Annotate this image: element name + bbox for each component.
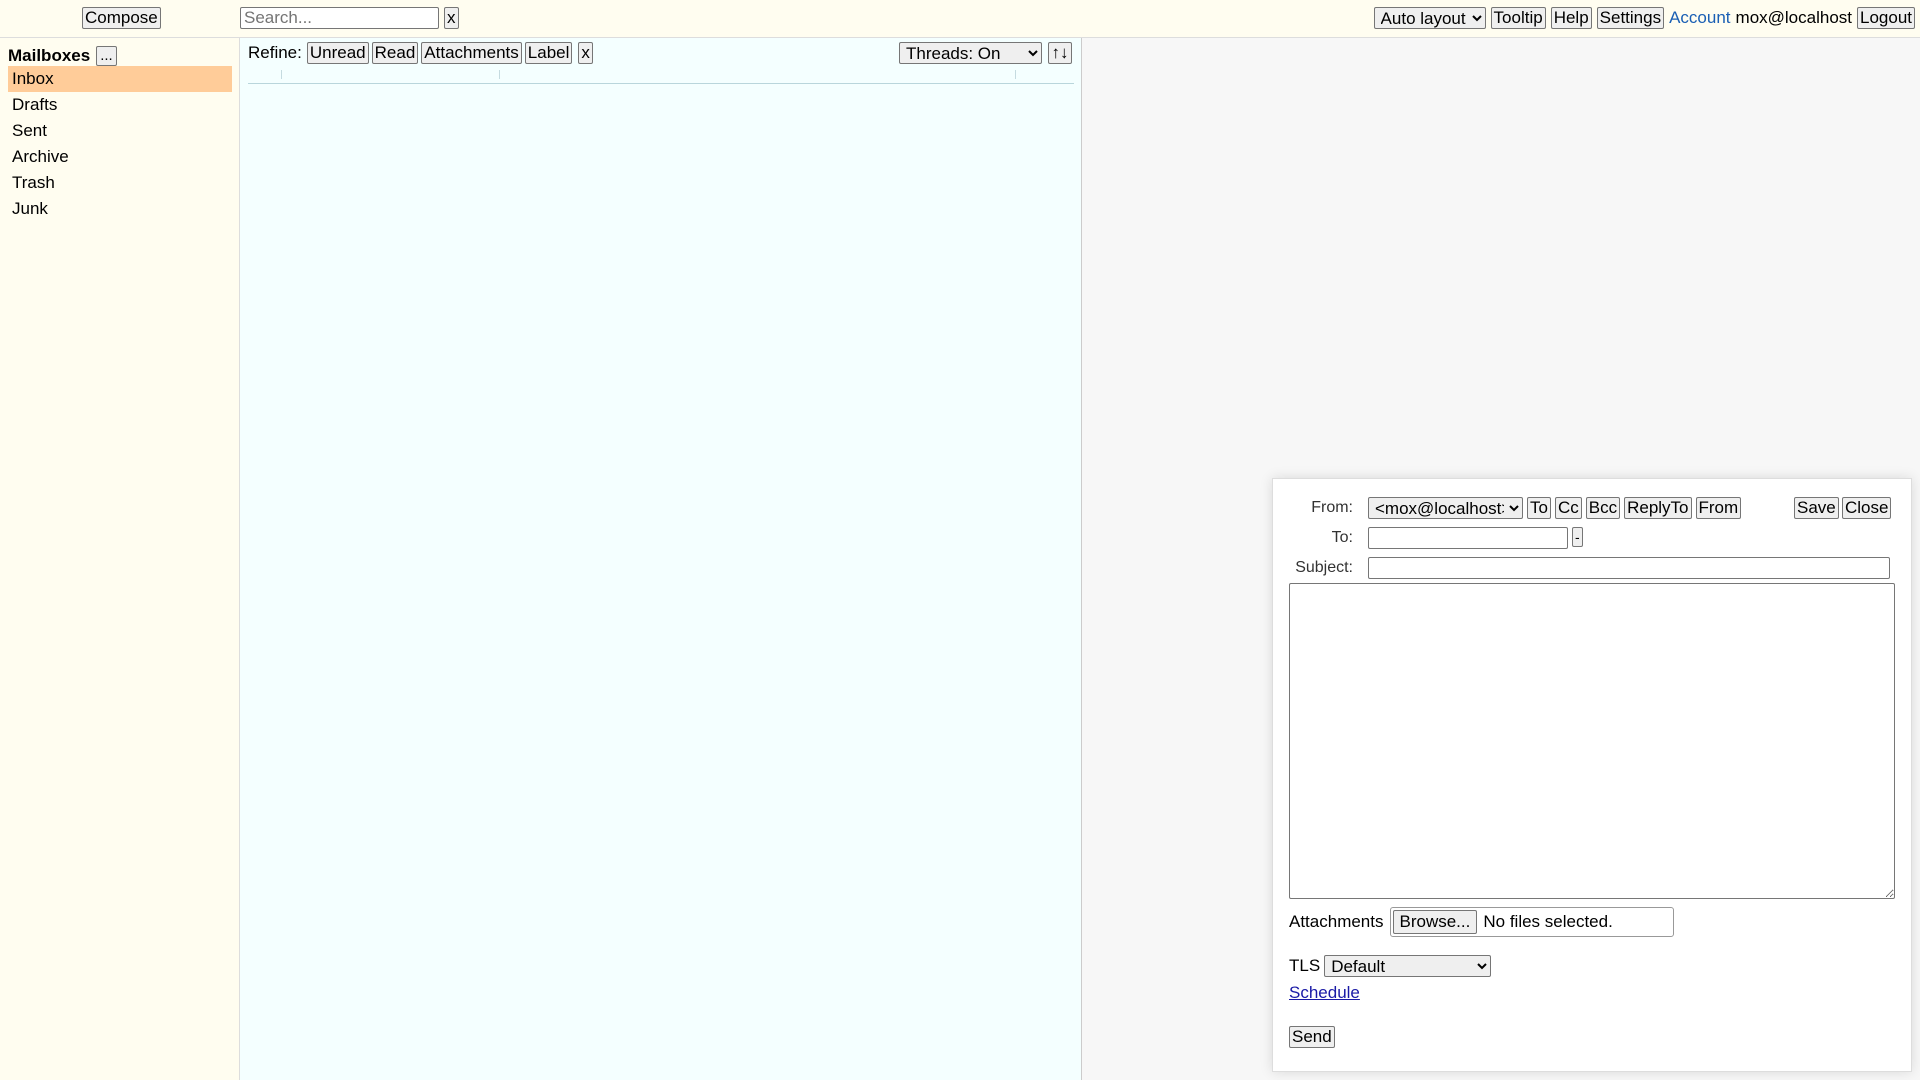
to-remove-button[interactable]: - xyxy=(1572,527,1583,547)
add-to-button[interactable]: To xyxy=(1527,497,1551,519)
search-clear-button[interactable]: x xyxy=(444,7,459,29)
filter-unread-button[interactable]: Unread xyxy=(306,42,369,64)
column-separator[interactable] xyxy=(281,70,282,79)
layout-select[interactable]: Auto layout xyxy=(1373,7,1486,29)
tls-label: TLS xyxy=(1289,956,1321,975)
column-separator[interactable] xyxy=(499,70,500,79)
attachments-row: Attachments Browse... No files selected. xyxy=(1289,907,1674,937)
tooltip-button[interactable]: Tooltip xyxy=(1490,7,1546,29)
account-link[interactable]: Account xyxy=(1669,8,1730,28)
browse-button[interactable]: Browse... xyxy=(1392,910,1478,934)
mailboxes-header: Mailboxes ... xyxy=(8,46,117,66)
mailbox-sidebar: Mailboxes ... Inbox Drafts Sent Archive … xyxy=(0,38,240,1080)
top-right-controls: Auto layout Tooltip Help Settings Accoun… xyxy=(1373,7,1915,29)
file-picker[interactable]: Browse... No files selected. xyxy=(1389,907,1674,937)
mailbox-list: Inbox Drafts Sent Archive Trash Junk xyxy=(8,66,232,222)
mailbox-item-sent[interactable]: Sent xyxy=(8,118,232,144)
filter-clear-button[interactable]: x xyxy=(578,42,593,64)
filter-attachments-button[interactable]: Attachments xyxy=(421,42,522,64)
mailbox-item-trash[interactable]: Trash xyxy=(8,170,232,196)
close-button[interactable]: Close xyxy=(1842,497,1892,519)
mailbox-item-drafts[interactable]: Drafts xyxy=(8,92,232,118)
schedule-link[interactable]: Schedule xyxy=(1289,983,1360,1003)
column-separator[interactable] xyxy=(1015,70,1016,79)
subject-input[interactable] xyxy=(1368,557,1890,579)
add-from-button[interactable]: From xyxy=(1695,497,1742,519)
compose-button[interactable]: Compose xyxy=(82,7,161,29)
filter-label-button[interactable]: Label xyxy=(524,42,573,64)
mailboxes-title: Mailboxes xyxy=(8,46,91,65)
search-input[interactable] xyxy=(240,7,439,29)
tls-row: TLS Default xyxy=(1289,955,1492,977)
filter-read-button[interactable]: Read xyxy=(371,42,419,64)
from-select[interactable]: <mox@localhost> xyxy=(1368,497,1523,519)
add-replyto-button[interactable]: ReplyTo xyxy=(1624,497,1692,519)
to-label: To: xyxy=(1331,529,1353,546)
send-button[interactable]: Send xyxy=(1289,1026,1335,1048)
sort-order-button[interactable]: ↑↓ xyxy=(1048,42,1072,64)
top-bar: Compose x Auto layout Tooltip Help Setti… xyxy=(0,0,1920,38)
file-status: No files selected. xyxy=(1483,912,1613,931)
mailbox-item-inbox[interactable]: Inbox xyxy=(8,66,232,92)
add-bcc-button[interactable]: Bcc xyxy=(1585,497,1621,519)
tls-select[interactable]: Default xyxy=(1324,955,1492,977)
attachments-label: Attachments xyxy=(1289,912,1384,931)
refine-label: Refine: xyxy=(248,43,302,62)
message-body-textarea[interactable] xyxy=(1289,583,1895,899)
subject-label: Subject: xyxy=(1295,559,1353,576)
message-list-header xyxy=(248,68,1074,84)
add-cc-button[interactable]: Cc xyxy=(1554,497,1582,519)
from-label: From: xyxy=(1311,499,1353,516)
settings-button[interactable]: Settings xyxy=(1596,7,1665,29)
save-button[interactable]: Save xyxy=(1794,497,1839,519)
logout-button[interactable]: Logout xyxy=(1857,7,1915,29)
from-row: <mox@localhost> To Cc Bcc ReplyTo From xyxy=(1368,497,1742,519)
mailbox-item-junk[interactable]: Junk xyxy=(8,196,232,222)
help-button[interactable]: Help xyxy=(1550,7,1592,29)
message-list-pane: Refine: Unread Read Attachments Label x … xyxy=(240,38,1082,1080)
threads-select[interactable]: Threads: On xyxy=(899,42,1042,64)
compose-window: From: <mox@localhost> To Cc Bcc ReplyTo … xyxy=(1272,478,1912,1072)
to-input[interactable] xyxy=(1368,527,1568,549)
mailboxes-more-button[interactable]: ... xyxy=(96,46,117,66)
mailbox-item-archive[interactable]: Archive xyxy=(8,144,232,170)
user-email: mox@localhost xyxy=(1735,8,1852,27)
refine-bar: Refine: Unread Read Attachments Label x xyxy=(248,42,593,64)
